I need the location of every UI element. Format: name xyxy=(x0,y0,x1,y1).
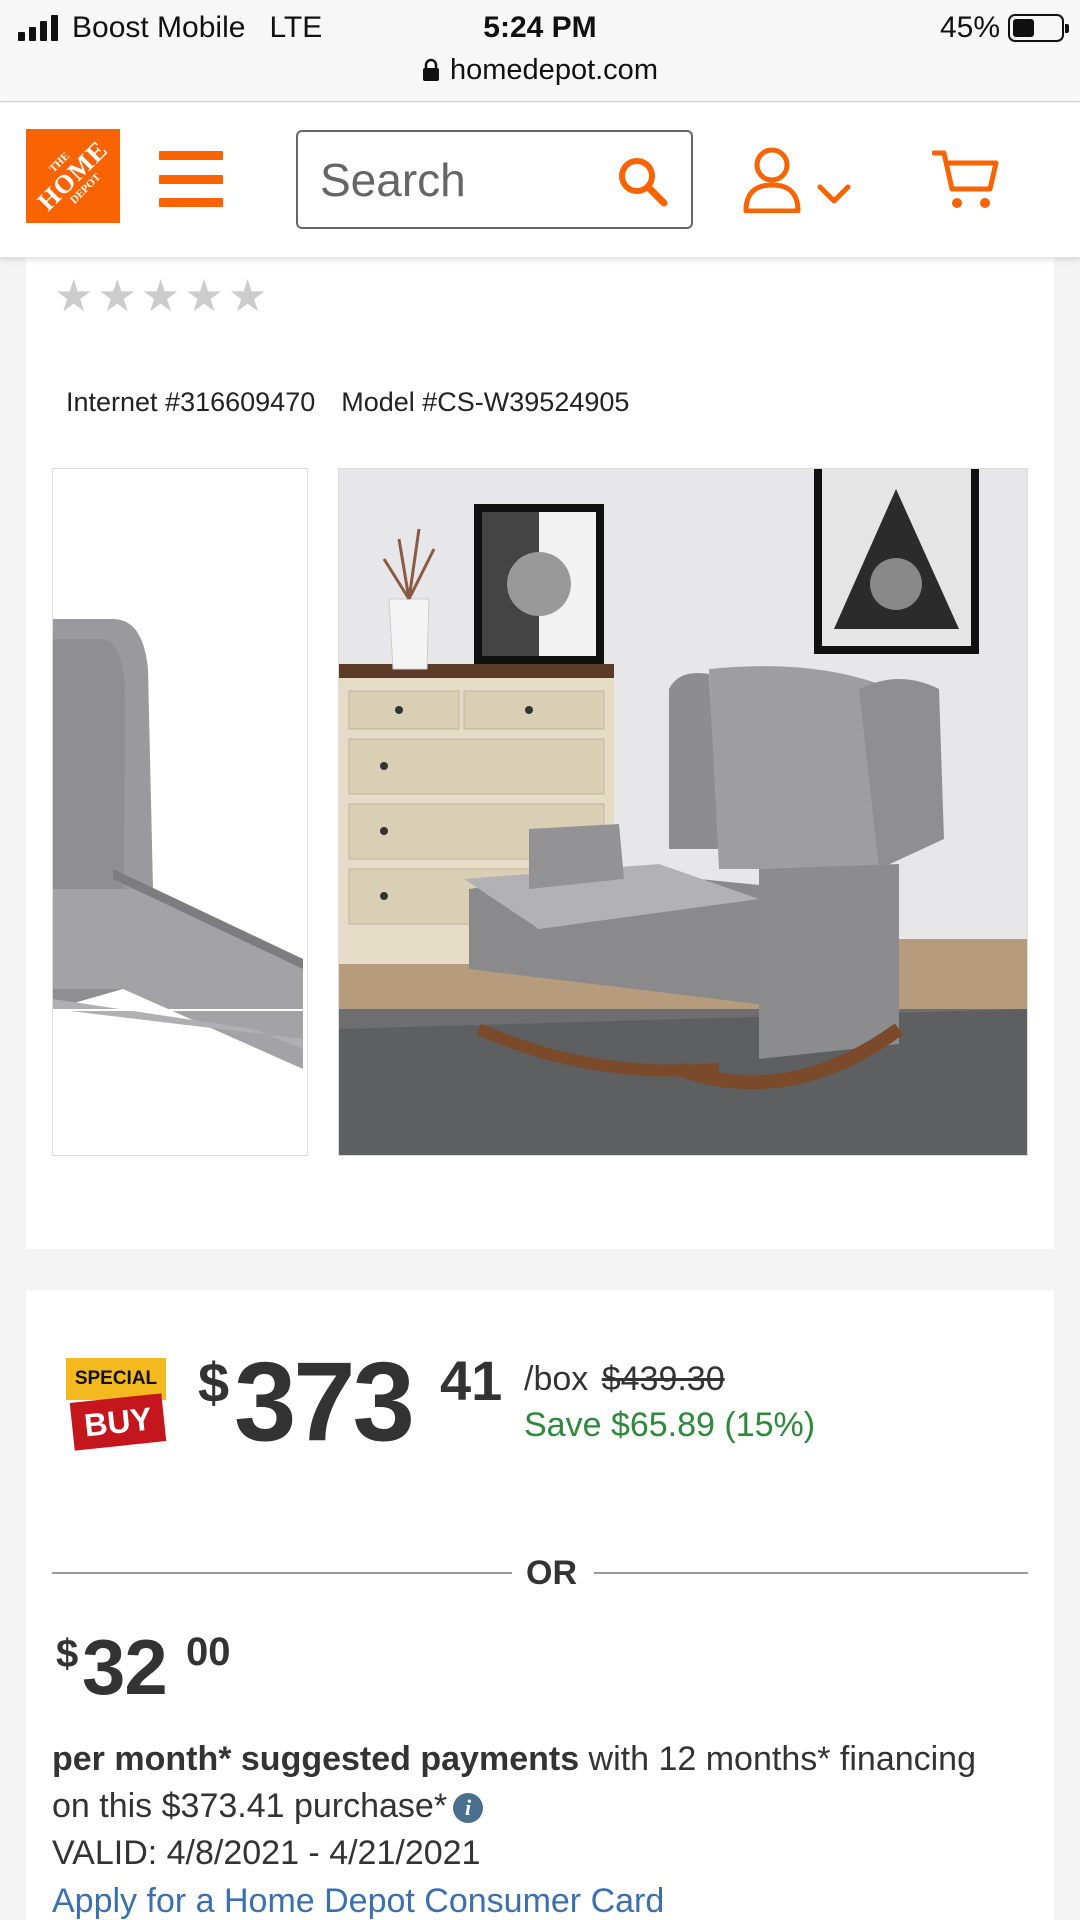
url-text: homedepot.com xyxy=(450,53,658,86)
lock-icon xyxy=(423,58,440,81)
clock: 5:24 PM xyxy=(483,11,597,44)
monthly-cents: 00 xyxy=(186,1630,231,1674)
star-icon: ★ xyxy=(97,272,137,321)
product-image-previous[interactable] xyxy=(52,468,308,1156)
product-ids: Internet #316609470 Model #CS-W39524905 xyxy=(66,387,629,418)
rating-stars[interactable]: ★ ★ ★ ★ ★ xyxy=(54,275,267,319)
price-dollars: 373 xyxy=(234,1339,415,1464)
battery-percent: 45% xyxy=(939,11,1000,44)
unit-label: /box xyxy=(524,1360,589,1398)
financing-bold-text: per month* suggested payments xyxy=(52,1740,580,1778)
internet-number: Internet #316609470 xyxy=(66,387,316,417)
logo-lettering: THE HOME DEPOT xyxy=(31,134,114,217)
special-buy-badge: SPECIAL BUY xyxy=(66,1358,168,1451)
star-icon: ★ xyxy=(227,272,268,321)
status-bar: Boost Mobile LTE 5:24 PM 45% homedepot.c… xyxy=(0,0,1080,102)
chair-side-view-image xyxy=(53,469,307,1155)
financing-details: per month* suggested payments with 12 mo… xyxy=(52,1736,1012,1877)
rocking-chair-image xyxy=(339,469,1027,1155)
menu-icon[interactable] xyxy=(159,151,223,207)
monthly-currency: $ xyxy=(56,1632,79,1676)
address-bar[interactable]: homedepot.com xyxy=(0,50,1080,90)
savings-text: Save $65.89 (15%) xyxy=(524,1406,816,1444)
home-depot-logo[interactable]: THE HOME DEPOT xyxy=(26,129,120,223)
price-cents: 41 xyxy=(440,1349,503,1412)
site-header: THE HOME DEPOT xyxy=(0,103,1080,257)
search-box xyxy=(296,130,693,229)
price-currency: $ xyxy=(198,1351,230,1414)
was-price: $439.30 xyxy=(601,1360,725,1398)
product-card: ★ ★ ★ ★ ★ Internet #316609470 Model #CS-… xyxy=(26,257,1054,1249)
search-icon[interactable] xyxy=(615,154,669,208)
battery-fill xyxy=(1013,19,1034,37)
info-icon[interactable]: i xyxy=(453,1793,484,1824)
divider-line xyxy=(52,1572,512,1574)
divider-line xyxy=(594,1572,1028,1574)
price-unit: /box $439.30 xyxy=(524,1360,725,1399)
star-icon: ★ xyxy=(140,272,181,321)
product-image-main[interactable] xyxy=(338,468,1028,1156)
monthly-dollars: 32 xyxy=(82,1623,168,1711)
status-right: 45% xyxy=(939,8,1069,48)
account-icon[interactable] xyxy=(742,147,857,213)
star-icon: ★ xyxy=(184,272,224,321)
search-input[interactable] xyxy=(320,132,600,227)
battery-icon xyxy=(1008,14,1069,42)
cart-icon[interactable] xyxy=(932,147,1000,211)
valid-dates: VALID: 4/8/2021 - 4/21/2021 xyxy=(52,1834,481,1872)
star-icon: ★ xyxy=(54,272,94,321)
or-label: OR xyxy=(526,1554,577,1592)
apply-card-link[interactable]: Apply for a Home Depot Consumer Card xyxy=(52,1882,664,1920)
price-card: SPECIAL BUY $ 373 41 /box $439.30 Save $… xyxy=(26,1290,1054,1920)
model-number: Model #CS-W39524905 xyxy=(341,387,630,417)
or-divider: OR xyxy=(52,1550,1028,1594)
